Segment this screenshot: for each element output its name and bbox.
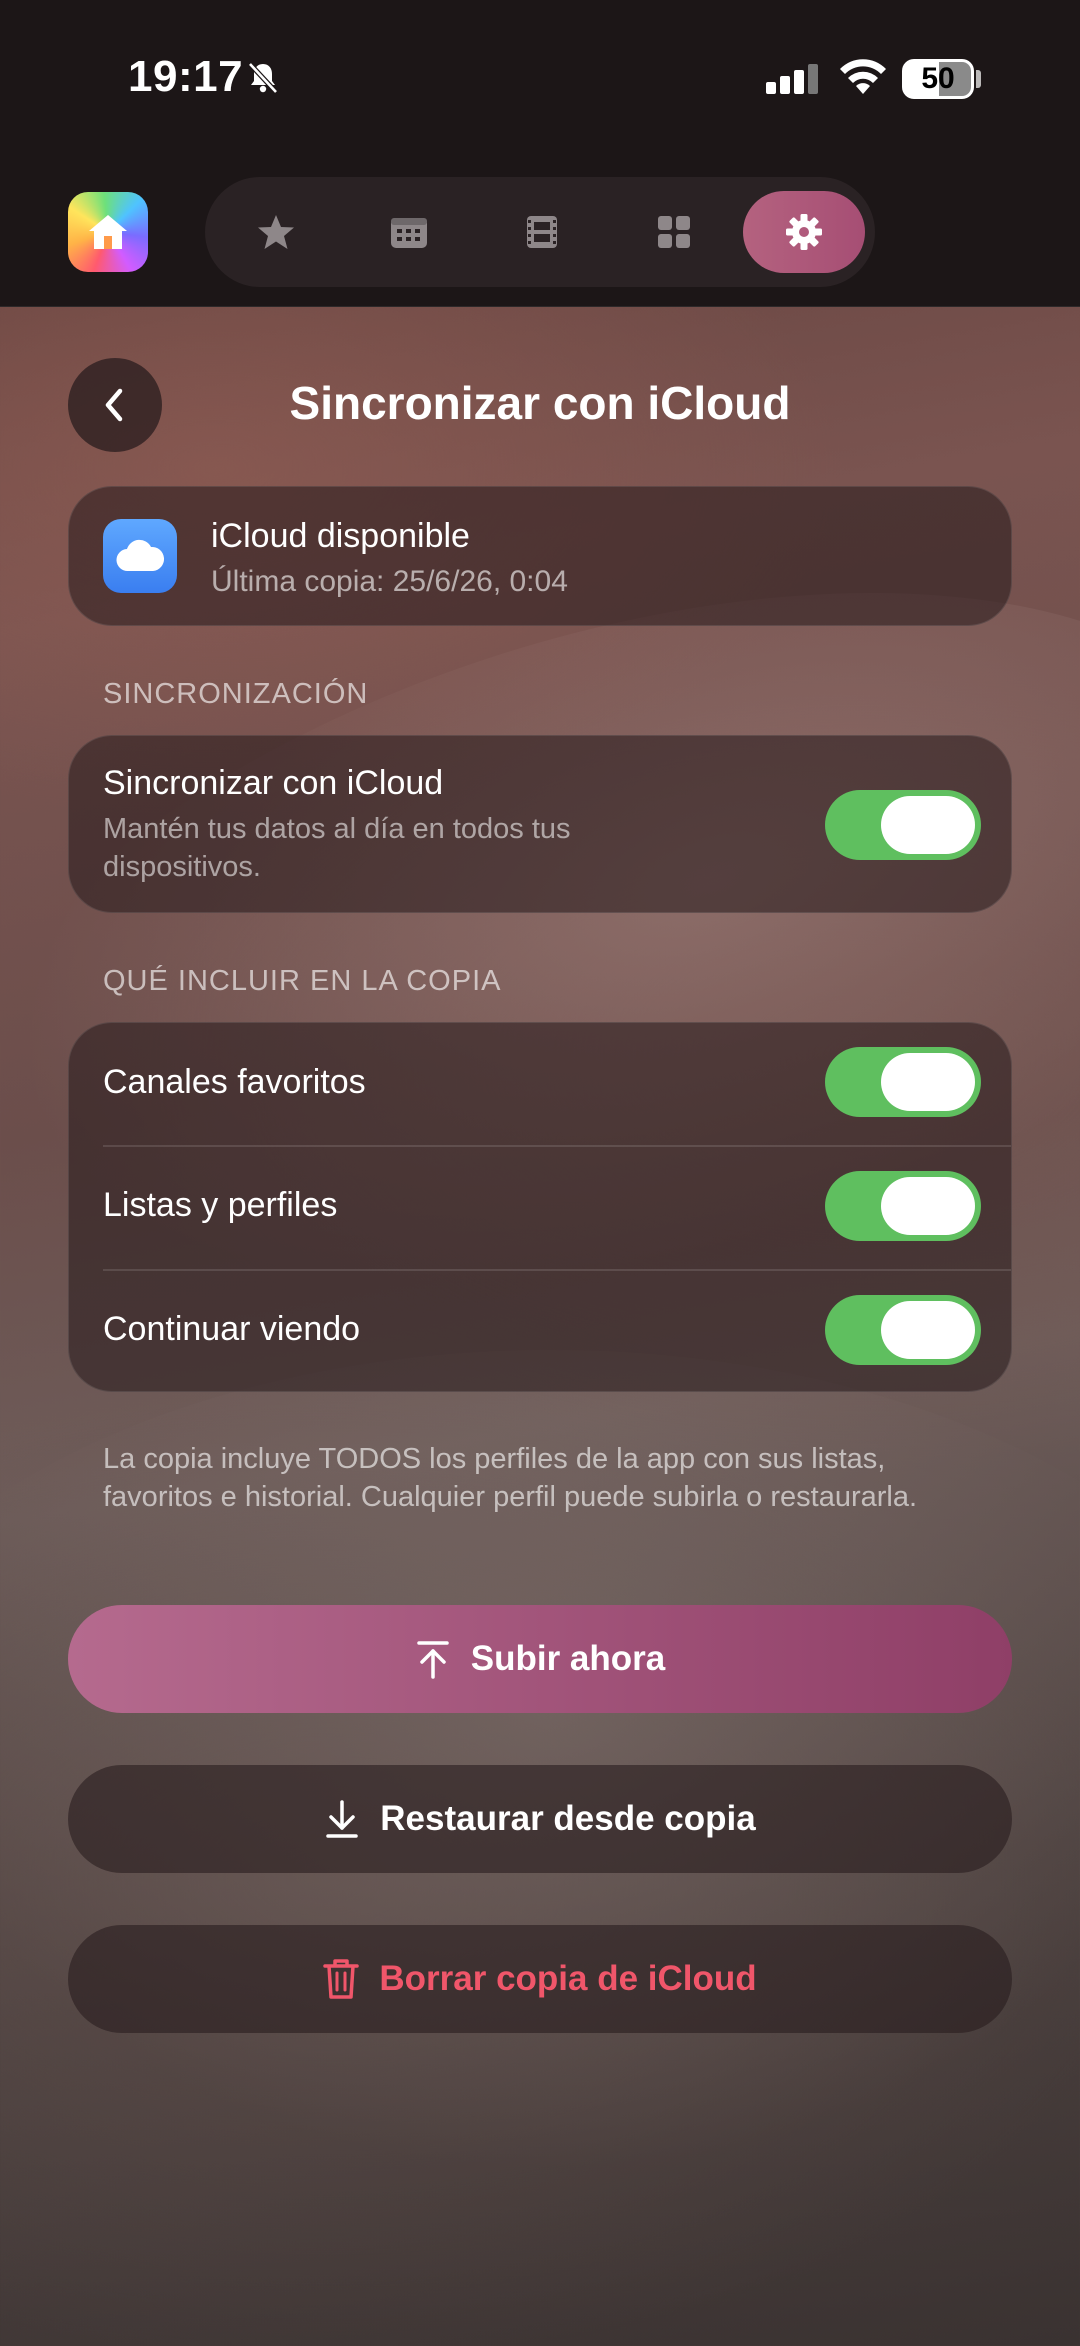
wifi-icon [840, 59, 886, 94]
battery-level: 50 [921, 62, 955, 95]
restore-backup-button[interactable]: Restaurar desde copia [68, 1765, 1012, 1873]
page-title: Sincronizar con iCloud [289, 377, 791, 429]
calendar-icon [391, 218, 427, 248]
arrow-down-to-line-icon [326, 1800, 359, 1838]
sync-card: Sincronizar con iCloud Mantén tus datos … [68, 735, 1012, 913]
nav-movies[interactable] [501, 191, 583, 273]
nav-settings[interactable] [743, 191, 865, 273]
favorites-toggle[interactable] [825, 1047, 981, 1117]
delete-icloud-backup-label: Borrar copia de iCloud [379, 1959, 757, 1998]
bell-slash-icon [248, 62, 278, 94]
trash-icon [323, 1959, 360, 1999]
lists-profiles-toggle[interactable] [825, 1171, 981, 1241]
icloud-status-title: iCloud disponible [211, 517, 470, 555]
home-icon [89, 215, 127, 249]
top-bar: 19:17 50 [0, 0, 1080, 307]
icloud-status-card: iCloud disponible Última copia: 25/6/26,… [68, 486, 1012, 626]
grid-icon [658, 216, 690, 248]
nav-favorites[interactable] [235, 191, 317, 273]
section-label-include: QUÉ INCLUIR EN LA COPIA [103, 965, 502, 997]
delete-icloud-backup-button[interactable]: Borrar copia de iCloud [68, 1925, 1012, 2033]
upload-now-label: Subir ahora [470, 1639, 666, 1678]
cloud-icon [103, 519, 177, 593]
gear-icon [786, 214, 822, 250]
include-row-favorites-label: Canales favoritos [103, 1063, 366, 1101]
include-row-lists-label: Listas y perfiles [103, 1186, 338, 1224]
upload-now-button[interactable]: Subir ahora [68, 1605, 1012, 1713]
film-icon [527, 216, 557, 248]
include-row-continue-label: Continuar viendo [103, 1310, 361, 1348]
home-button[interactable] [68, 192, 148, 272]
continue-watching-toggle[interactable] [825, 1295, 981, 1365]
status-time: 19:17 [128, 52, 244, 101]
sync-row-description: Mantén tus datos al día en todos tus dis… [103, 813, 571, 883]
include-card: Canales favoritos Listas y perfiles Cont… [68, 1022, 1012, 1392]
last-backup-text: Última copia: 25/6/26, 0:04 [211, 565, 568, 598]
arrow-up-to-line-icon [417, 1641, 449, 1679]
backup-footnote: La copia incluye TODOS los perfiles de l… [103, 1443, 918, 1513]
restore-backup-label: Restaurar desde copia [380, 1799, 756, 1838]
battery-indicator: 50 [902, 59, 974, 99]
star-icon [258, 215, 294, 249]
cellular-signal-icon [766, 64, 818, 94]
nav-categories[interactable] [633, 191, 715, 273]
nav-guide[interactable] [368, 191, 450, 273]
section-label-sync: SINCRONIZACIÓN [103, 678, 369, 710]
sync-row-title: Sincronizar con iCloud [103, 764, 444, 802]
main-nav [205, 177, 875, 287]
sync-toggle[interactable] [825, 790, 981, 860]
